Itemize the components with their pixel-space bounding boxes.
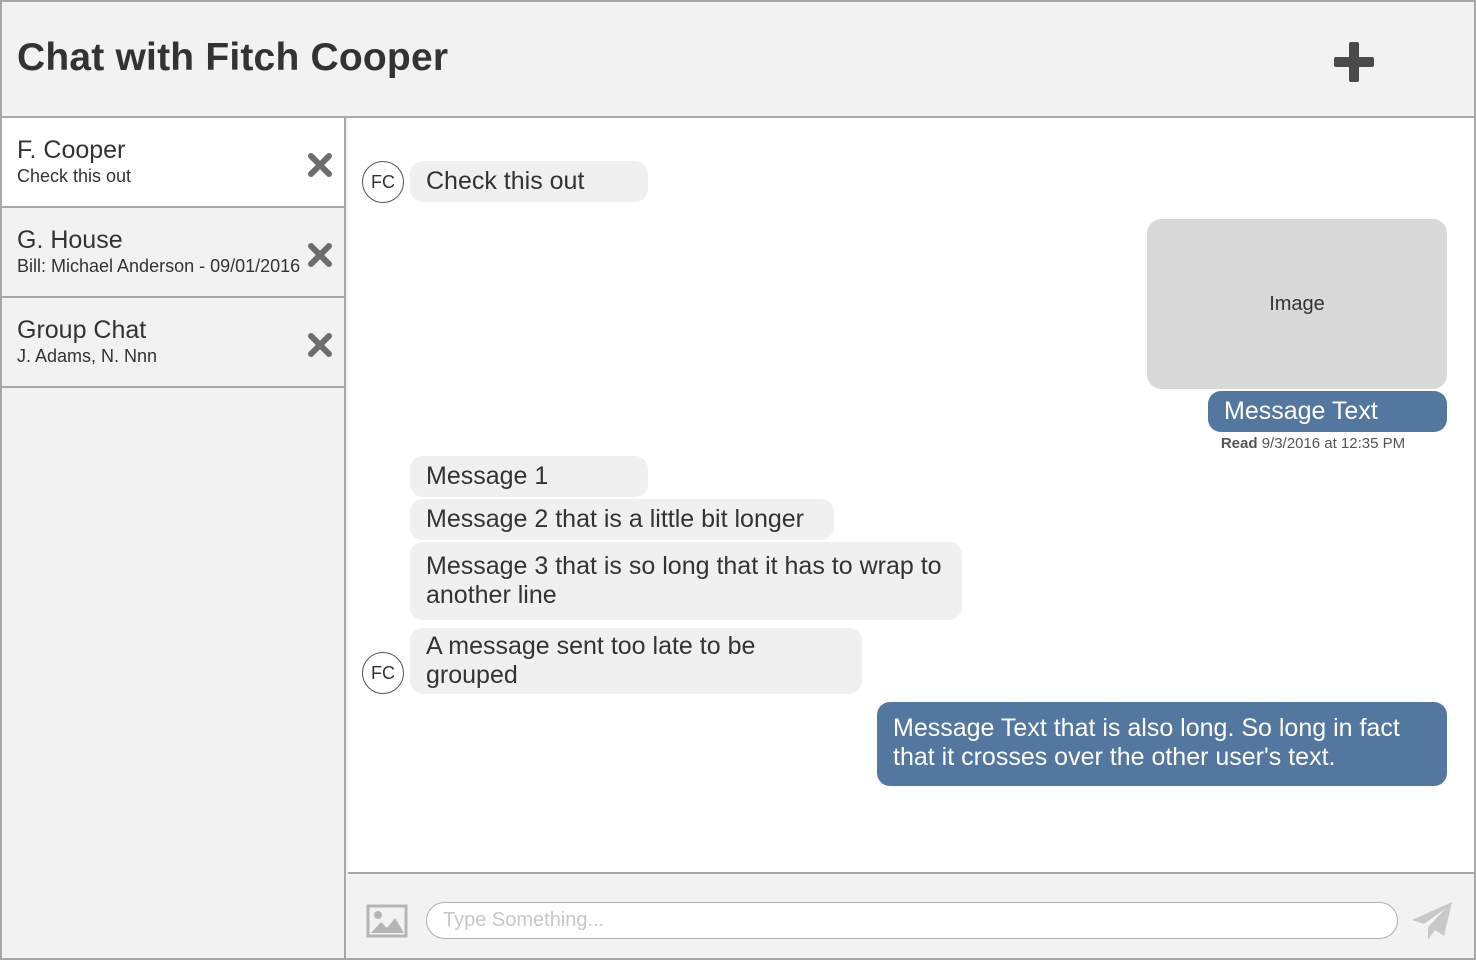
message-image-attachment[interactable]: Image — [1147, 219, 1447, 389]
message-bubble-incoming: Message 2 that is a little bit longer — [410, 499, 834, 540]
conversation-item-f-cooper[interactable]: F. Cooper Check this out — [2, 118, 344, 208]
conversation-preview: Bill: Michael Anderson - 09/01/2016 — [17, 256, 301, 276]
close-x-icon — [308, 333, 332, 357]
message-bubble-incoming: Message 3 that is so long that it has to… — [410, 542, 962, 620]
image-icon — [366, 904, 408, 938]
conversation-list: F. Cooper Check this out G. House Bill: … — [2, 118, 346, 958]
avatar: FC — [362, 652, 404, 694]
conversation-name: F. Cooper — [17, 136, 126, 164]
conversation-name: G. House — [17, 226, 123, 254]
attach-image-button[interactable] — [366, 904, 408, 938]
conversation-name: Group Chat — [17, 316, 147, 344]
avatar: FC — [362, 161, 404, 203]
conversation-preview: Check this out — [17, 166, 132, 186]
read-receipt: Read 9/3/2016 at 12:35 PM — [1208, 435, 1418, 452]
message-bubble-outgoing: Message Text — [1208, 391, 1447, 432]
message-bubble-incoming: Check this out — [410, 161, 648, 202]
close-conversation-button[interactable] — [307, 332, 333, 358]
page-title: Chat with Fitch Cooper — [17, 36, 449, 79]
close-conversation-button[interactable] — [307, 242, 333, 268]
read-timestamp: 9/3/2016 at 12:35 PM — [1261, 435, 1406, 452]
send-icon — [1412, 902, 1452, 940]
message-input[interactable] — [426, 902, 1398, 939]
message-composer — [348, 874, 1474, 958]
close-x-icon — [308, 243, 332, 267]
send-button[interactable] — [1410, 900, 1454, 942]
close-x-icon — [308, 153, 332, 177]
conversation-item-group-chat[interactable]: Group Chat J. Adams, N. Nnn — [2, 298, 344, 388]
conversation-preview: J. Adams, N. Nnn — [17, 346, 158, 366]
add-chat-button[interactable] — [1332, 40, 1376, 84]
message-thread: FC Check this out Image Message Text Rea… — [348, 118, 1474, 874]
close-conversation-button[interactable] — [307, 152, 333, 178]
header: Chat with Fitch Cooper — [2, 2, 1474, 118]
message-bubble-incoming: Message 1 — [410, 456, 648, 497]
message-bubble-incoming: A message sent too late to be grouped — [410, 628, 862, 694]
message-bubble-outgoing: Message Text that is also long. So long … — [877, 702, 1447, 786]
read-label: Read — [1220, 435, 1258, 452]
chat-window: Chat with Fitch Cooper F. Cooper Check t… — [0, 0, 1476, 960]
plus-icon — [1334, 42, 1374, 82]
conversation-item-g-house[interactable]: G. House Bill: Michael Anderson - 09/01/… — [2, 208, 344, 298]
